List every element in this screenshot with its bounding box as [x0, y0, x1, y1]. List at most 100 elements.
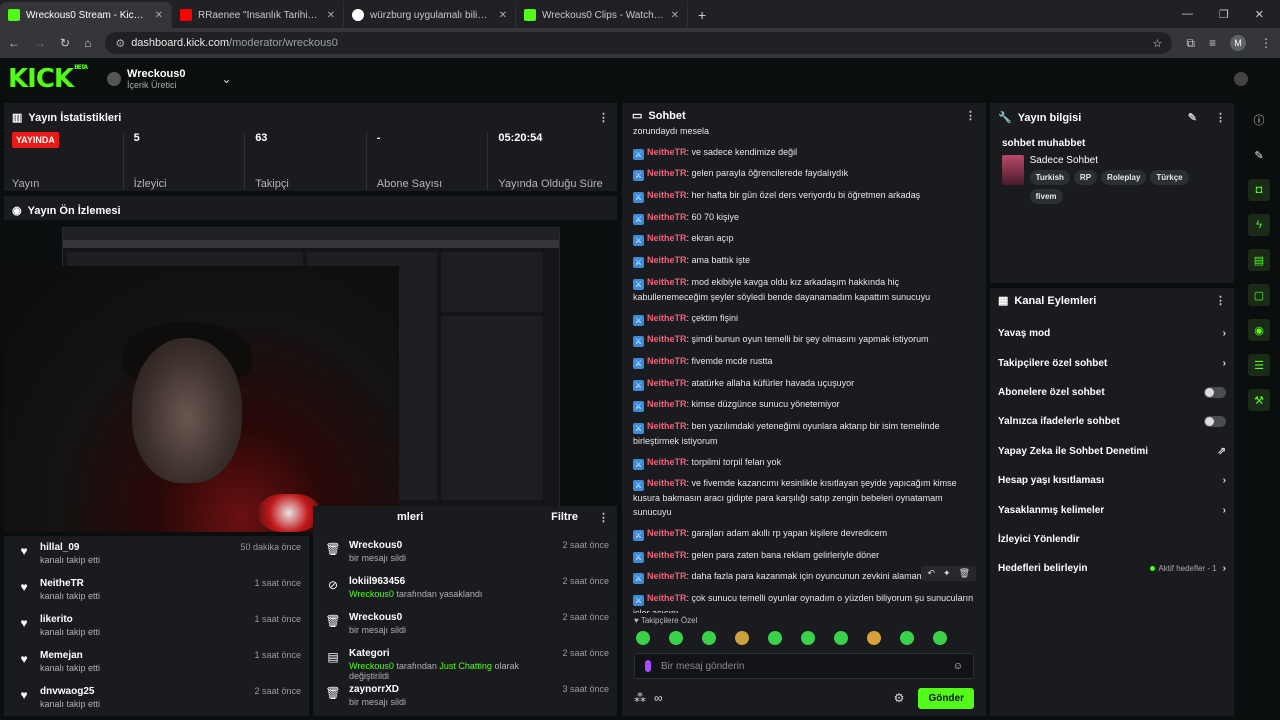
extensions-icon[interactable]: ⧉ — [1186, 36, 1195, 51]
send-button[interactable]: Gönder — [918, 687, 974, 709]
chat-message[interactable]: ⚔ NeitheTR: 60 70 kişiye — [633, 210, 976, 225]
emote-icon[interactable] — [801, 631, 815, 645]
emote-icon[interactable] — [735, 631, 749, 645]
preview-video[interactable] — [4, 220, 617, 532]
category-name[interactable]: Sadece Sohbet — [1030, 155, 1222, 166]
edit-pencil-icon[interactable]: ✎ — [1188, 111, 1197, 124]
chat-username[interactable]: NeitheTR — [647, 550, 687, 560]
chat-message[interactable]: ⚔ NeitheTR: torpilmi torpil felan yok — [633, 455, 976, 470]
chat-message[interactable]: ⚔ NeitheTR: garajları adam akıllı rp yapa… — [633, 526, 976, 541]
action-account-age[interactable]: Hesap yaşı kısıtlaması › — [990, 466, 1234, 495]
emote-icon[interactable] — [867, 631, 881, 645]
action-followers-only[interactable]: Takipçilere özel sohbet › — [990, 348, 1234, 377]
emote-icon[interactable] — [636, 631, 650, 645]
menu-icon[interactable]: ⋮ — [1260, 36, 1272, 50]
back-icon[interactable]: ← — [8, 36, 20, 50]
chat-username[interactable]: NeitheTR — [647, 421, 687, 431]
chevron-down-icon[interactable]: ⌄ — [222, 72, 232, 86]
new-tab-icon[interactable]: + — [688, 2, 716, 28]
kebab-menu-icon[interactable]: ⋮ — [1215, 294, 1226, 307]
chat-username[interactable]: NeitheTR — [647, 356, 687, 366]
browser-tab-1[interactable]: Wreckous0 Stream - Kick Dashb ✕ — [0, 2, 172, 28]
edit-pencil-icon[interactable]: ✎ — [1248, 144, 1270, 166]
chat-message[interactable]: ⚔ NeitheTR: fivemde mcde rustta — [633, 354, 976, 369]
chat-message[interactable]: ⚔ NeitheTR: gelen para zaten bana reklam … — [633, 548, 976, 563]
chat-username[interactable]: NeitheTR — [647, 277, 687, 287]
emote-icon[interactable] — [702, 631, 716, 645]
kebab-menu-icon[interactable]: ⋮ — [1215, 111, 1226, 124]
chat-message[interactable]: ⚔ NeitheTR: ben yazılımdaki yeteneğimi oy… — [633, 419, 976, 448]
kebab-menu-icon[interactable]: ⋮ — [965, 109, 976, 122]
address-bar[interactable]: ⚙ dashboard.kick.com/moderator/wreckous0… — [105, 32, 1173, 54]
actor-name[interactable]: lokiil963456 — [349, 576, 554, 587]
chat-message[interactable]: ⚔ NeitheTR: mod ekibiyle kavga oldu kız a… — [633, 275, 976, 304]
chat-message[interactable]: ⚔ NeitheTR: çektim fişini — [633, 311, 976, 326]
chat-bubble-icon[interactable]: ▢ — [1248, 284, 1270, 306]
chat-message[interactable]: ⚔ NeitheTR: ve sadece kendimize değil — [633, 145, 976, 160]
action-slow-mode[interactable]: Yavaş mod › — [990, 319, 1234, 348]
chat-message[interactable]: ⚔ NeitheTR: gelen parayla öğrencilerede f… — [633, 166, 976, 182]
channel-switcher[interactable]: Wreckous0 İçerik Üretici ⌄ — [107, 68, 232, 90]
browser-tab-3[interactable]: würzburg uygulamalı bilimler ü ✕ — [344, 2, 516, 28]
chat-message[interactable]: ⚔ NeitheTR: her hafta bir gün özel ders v… — [633, 188, 976, 204]
document-icon[interactable]: ▤ — [1248, 249, 1270, 271]
emote-icon[interactable] — [834, 631, 848, 645]
browser-tab-4[interactable]: Wreckous0 Clips - Watch Live o ✕ — [516, 2, 688, 28]
actor-name[interactable]: Wreckous0 — [349, 612, 554, 623]
follower-name[interactable]: likerito — [40, 614, 246, 625]
filter-button[interactable]: Filtre — [551, 511, 578, 523]
emote-only-toggle[interactable] — [1204, 416, 1226, 428]
bookmark-star-icon[interactable]: ☆ — [1153, 37, 1163, 50]
actor-name[interactable]: Wreckous0 — [349, 540, 554, 551]
close-tab-icon[interactable]: ✕ — [671, 10, 679, 21]
emoji-icon[interactable]: ☺ — [953, 661, 963, 672]
home-icon[interactable]: ⌂ — [84, 36, 91, 50]
site-info-icon[interactable]: ⚙ — [115, 37, 125, 50]
chat-message[interactable]: ⚔ NeitheTR: ekran açıp — [633, 231, 976, 247]
chat-message[interactable]: ⚔ NeitheTR: ve fivemde kazancımı kesinlik… — [633, 476, 976, 519]
actor-name[interactable]: zaynorrXD — [349, 684, 554, 695]
close-tab-icon[interactable]: ✕ — [499, 10, 507, 21]
wrench-icon[interactable]: ⚒ — [1248, 389, 1270, 411]
close-tab-icon[interactable]: ✕ — [327, 10, 335, 21]
kebab-menu-icon[interactable]: ⋮ — [598, 111, 609, 124]
tag[interactable]: Türkçe — [1150, 170, 1189, 185]
chat-username[interactable]: NeitheTR — [647, 457, 687, 467]
chat-username[interactable]: NeitheTR — [647, 212, 687, 222]
chat-username[interactable]: NeitheTR — [647, 168, 687, 178]
chat-username[interactable]: NeitheTR — [647, 478, 687, 488]
user-avatar[interactable] — [1234, 72, 1248, 86]
moderator-name[interactable]: Wreckous0 — [349, 661, 394, 671]
profile-avatar[interactable]: M — [1230, 35, 1246, 51]
chat-username[interactable]: NeitheTR — [647, 334, 687, 344]
chat-username[interactable]: NeitheTR — [647, 593, 687, 603]
chat-username[interactable]: NeitheTR — [647, 313, 687, 323]
broadcast-icon[interactable]: ◉ — [1248, 319, 1270, 341]
info-icon[interactable]: ⓘ — [1248, 109, 1270, 131]
delete-icon[interactable]: 🗑 — [959, 568, 970, 579]
camera-icon[interactable]: ◘ — [1248, 179, 1270, 201]
chat-username[interactable]: NeitheTR — [647, 528, 687, 538]
emote-icon[interactable] — [669, 631, 683, 645]
emote-icon[interactable] — [900, 631, 914, 645]
close-tab-icon[interactable]: ✕ — [155, 10, 163, 21]
moderator-name[interactable]: Wreckous0 — [349, 589, 394, 599]
minimize-icon[interactable]: — — [1182, 8, 1193, 20]
chat-username[interactable]: NeitheTR — [647, 378, 687, 388]
action-raid[interactable]: İzleyici Yönlendir — [990, 525, 1234, 554]
action-goals[interactable]: Hedefleri belirleyin Aktif hedefler - 1 › — [990, 554, 1234, 583]
chat-username[interactable]: NeitheTR — [647, 571, 687, 581]
chat-username[interactable]: NeitheTR — [647, 399, 687, 409]
kick-logo[interactable]: KICKBETA — [8, 64, 88, 94]
action-ai-moderation[interactable]: Yapay Zeka ile Sohbet Denetimi ⇗ — [990, 437, 1234, 466]
chat-input[interactable]: Bir mesaj gönderin ☺ — [634, 653, 974, 679]
chat-message-list[interactable]: zorundaydı mesela ⚔ NeitheTR: ve sadece k… — [622, 123, 986, 613]
chat-message[interactable]: ⚔ NeitheTR: atatürke allaha küfürler hava… — [633, 376, 976, 391]
list-icon[interactable]: ☰ — [1248, 354, 1270, 376]
tag[interactable]: Roleplay — [1101, 170, 1147, 185]
action-banned-words[interactable]: Yasaklanmış kelimeler › — [990, 495, 1234, 524]
settings-gear-icon[interactable]: ⚙ — [894, 691, 905, 705]
close-window-icon[interactable]: ✕ — [1255, 8, 1264, 21]
media-icon[interactable]: ≡ — [1209, 36, 1216, 50]
emote-icon[interactable] — [933, 631, 947, 645]
